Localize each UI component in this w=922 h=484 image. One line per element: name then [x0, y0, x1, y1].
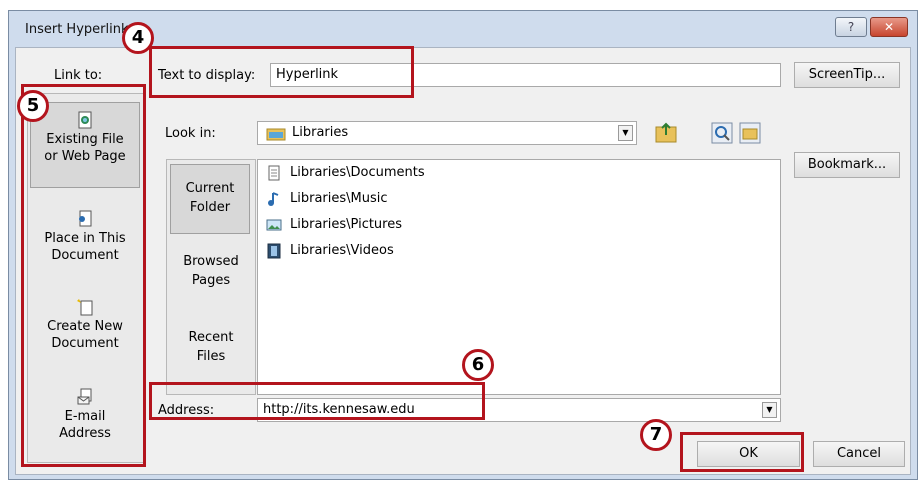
libraries-folder-icon: [266, 128, 286, 141]
close-icon: ✕: [883, 20, 895, 34]
callout-box-4: [149, 46, 414, 98]
look-in-value: Libraries: [292, 125, 349, 140]
look-in-select[interactable]: Libraries ▼: [257, 121, 637, 145]
look-in-label: Look in:: [165, 126, 216, 141]
chevron-down-icon[interactable]: ▼: [762, 402, 777, 418]
recent-files-label-2: Files: [196, 349, 226, 364]
help-button[interactable]: ?: [835, 17, 867, 37]
callout-badge-4: 4: [122, 22, 154, 54]
browsed-pages-button[interactable]: Browsed Pages: [167, 252, 255, 296]
pictures-library-icon: [266, 219, 282, 230]
browse-web-icon[interactable]: [710, 121, 734, 145]
list-item[interactable]: Libraries\Pictures: [266, 214, 402, 236]
current-folder-button[interactable]: Current Folder: [170, 164, 250, 234]
callout-box-7: [680, 432, 804, 472]
browse-file-icon[interactable]: [738, 121, 762, 145]
list-item[interactable]: Libraries\Videos: [266, 240, 394, 262]
file-name: Libraries\Pictures: [290, 217, 403, 232]
link-to-label: Link to:: [54, 68, 103, 83]
up-one-folder-icon[interactable]: [654, 121, 678, 145]
callout-badge-7: 7: [640, 419, 672, 451]
callout-box-6: [149, 382, 485, 420]
current-folder-label-2: Folder: [189, 200, 231, 215]
file-name: Libraries\Videos: [290, 243, 394, 258]
callout-badge-6: 6: [462, 349, 494, 381]
chevron-down-icon[interactable]: ▼: [618, 125, 633, 141]
browsed-pages-label-1: Browsed: [183, 254, 239, 269]
cancel-button[interactable]: Cancel: [813, 441, 905, 467]
browsed-pages-label-2: Pages: [191, 273, 231, 288]
file-name: Libraries\Documents: [290, 165, 425, 180]
current-folder-label-1: Current: [185, 181, 235, 196]
close-button[interactable]: ✕: [870, 17, 908, 37]
recent-files-label-1: Recent: [188, 330, 234, 345]
music-library-icon: [268, 191, 279, 206]
bookmark-button[interactable]: Bookmark...: [794, 152, 900, 178]
screentip-button[interactable]: ScreenTip...: [794, 62, 900, 88]
videos-library-icon: [267, 243, 281, 258]
list-item[interactable]: Libraries\Documents: [266, 162, 425, 184]
recent-files-button[interactable]: Recent Files: [167, 328, 255, 372]
callout-badge-5: 5: [17, 90, 49, 122]
view-selector: Current Folder Browsed Pages Recent File…: [166, 159, 256, 395]
callout-box-5: [21, 84, 146, 467]
file-name: Libraries\Music: [290, 191, 388, 206]
list-item[interactable]: Libraries\Music: [266, 188, 388, 210]
dialog-title: Insert Hyperlink: [25, 22, 129, 37]
documents-library-icon: [268, 165, 280, 180]
help-icon: ?: [847, 20, 855, 34]
file-list: Libraries\Documents Libraries\Music Libr…: [257, 159, 781, 395]
